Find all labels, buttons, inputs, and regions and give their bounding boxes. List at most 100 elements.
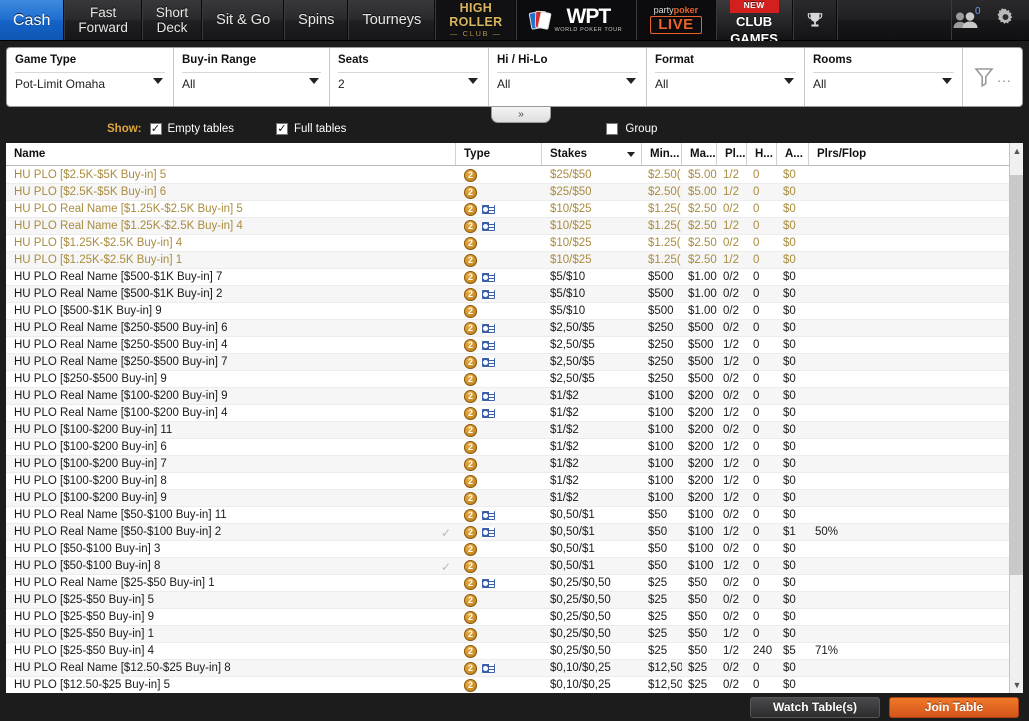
watch-tables-button[interactable]: Watch Table(s): [750, 696, 880, 718]
cell-a: $0: [783, 458, 796, 470]
settings-button[interactable]: [996, 8, 1015, 32]
filter-hi-hilo-select[interactable]: All: [497, 72, 638, 91]
filter-rooms-select[interactable]: All: [813, 72, 954, 91]
cell-min: $25: [648, 577, 668, 589]
cell-pl: 0/2: [723, 203, 739, 215]
column-header-min[interactable]: Min...: [642, 143, 682, 165]
table-row[interactable]: HU PLO Real Name [$50-$100 Buy-in] 2 ✓ 2 $0…: [6, 524, 1009, 541]
column-header-a[interactable]: A...: [777, 143, 809, 165]
table-row[interactable]: HU PLO Real Name [$250-$500 Buy-in] 6 2 $2…: [6, 320, 1009, 337]
table-row[interactable]: HU PLO [$250-$500 Buy-in] 9 2 $2,50/$5 $250…: [6, 371, 1009, 388]
table-row[interactable]: HU PLO [$25-$50 Buy-in] 1 2 $0,25/$0,50 $25…: [6, 626, 1009, 643]
table-row[interactable]: HU PLO Real Name [$1.25K-$2.5K Buy-in] 4…: [6, 218, 1009, 235]
cell-min: $50: [648, 543, 668, 555]
cell-table-type: 2: [456, 270, 542, 284]
table-row[interactable]: HU PLO Real Name [$500-$1K Buy-in] 7 2 $5/…: [6, 269, 1009, 286]
table-row[interactable]: HU PLO [$25-$50 Buy-in] 9 2 $0,25/$0,50 $25…: [6, 609, 1009, 626]
column-header-max[interactable]: Ma...: [682, 143, 717, 165]
full-tables-checkbox[interactable]: ✓ Full tables: [275, 123, 347, 135]
table-row[interactable]: HU PLO Real Name [$100-$200 Buy-in] 4 2 $1…: [6, 405, 1009, 422]
advanced-filter-button[interactable]: ...: [963, 48, 1022, 106]
filter-seats-select[interactable]: 2: [338, 72, 480, 91]
scrollbar-thumb[interactable]: [1010, 175, 1023, 575]
scroll-down-button[interactable]: ▼: [1010, 677, 1023, 693]
nav-tab-sit-and-go[interactable]: Sit & Go: [202, 0, 285, 40]
table-row[interactable]: HU PLO [$100-$200 Buy-in] 9 2 $1/$2 $100 $20…: [6, 490, 1009, 507]
nav-tab-fast-forward-label: Fast Forward: [78, 5, 128, 35]
table-row[interactable]: HU PLO Real Name [$250-$500 Buy-in] 4 2 $2…: [6, 337, 1009, 354]
table-row[interactable]: HU PLO Real Name [$50-$100 Buy-in] 11 2 $0…: [6, 507, 1009, 524]
empty-tables-checkbox[interactable]: ✓ Empty tables: [149, 122, 234, 135]
cell-stakes: $0,10/$0,25: [550, 662, 611, 674]
table-row[interactable]: HU PLO Real Name [$500-$1K Buy-in] 2 2 $5/…: [6, 286, 1009, 303]
seats-badge-icon: 2: [464, 287, 477, 301]
cell-table-name: HU PLO Real Name [$50-$100 Buy-in] 2 ✓: [14, 526, 452, 538]
seats-badge-icon: 2: [464, 202, 477, 216]
filter-buyin-range-select[interactable]: All: [182, 72, 321, 91]
nav-tab-short-deck[interactable]: Short Deck: [141, 0, 203, 40]
cell-pl: 1/2: [723, 186, 739, 198]
table-row[interactable]: HU PLO [$2.5K-$5K Buy-in] 5 2 $25/$50 $2.50…: [6, 167, 1009, 184]
cell-h: 0: [753, 560, 760, 572]
cell-table-type: 2: [456, 355, 542, 369]
column-header-pl[interactable]: Pl...: [717, 143, 747, 165]
cell-table-type: 2: [456, 593, 542, 607]
chevron-down-icon: [784, 78, 794, 84]
table-row[interactable]: HU PLO [$50-$100 Buy-in] 3 2 $0,50/$1 $50 $1…: [6, 541, 1009, 558]
table-row[interactable]: HU PLO Real Name [$25-$50 Buy-in] 1 2 $0,2…: [6, 575, 1009, 592]
cell-pl: 0/2: [723, 373, 739, 385]
nav-tab-high-roller-club[interactable]: HIGH ROLLER CLUB: [435, 0, 517, 40]
column-header-name[interactable]: Name: [6, 143, 456, 165]
table-row[interactable]: HU PLO [$12.50-$25 Buy-in] 5 2 $0,10/$0,25…: [6, 677, 1009, 693]
cell-a: $0: [783, 203, 796, 215]
table-row[interactable]: HU PLO Real Name [$100-$200 Buy-in] 9 2 $1…: [6, 388, 1009, 405]
table-row[interactable]: HU PLO [$50-$100 Buy-in] 8 ✓ 2 $0,50/$1 $50 $…: [6, 558, 1009, 575]
cell-a: $0: [783, 662, 796, 674]
cell-table-type: 2: [456, 219, 542, 233]
filter-expand-button[interactable]: »: [491, 107, 551, 123]
join-table-button[interactable]: Join Table: [889, 696, 1019, 718]
column-header-h[interactable]: H...: [747, 143, 777, 165]
group-checkbox[interactable]: ✓ Group: [606, 123, 657, 135]
full-tables-label: Full tables: [293, 123, 347, 135]
people-button[interactable]: 0: [952, 6, 981, 29]
column-header-a-label: A...: [785, 148, 803, 160]
table-row[interactable]: HU PLO [$100-$200 Buy-in] 8 2 $1/$2 $100 $20…: [6, 473, 1009, 490]
table-row[interactable]: HU PLO [$1.25K-$2.5K Buy-in] 4 2 $10/$25 $1…: [6, 235, 1009, 252]
nav-tab-club-games[interactable]: NEW CLUB GAMES: [715, 0, 793, 46]
nav-tab-cash[interactable]: Cash: [0, 0, 65, 40]
column-header-plrsflop[interactable]: Plrs/Flop: [809, 143, 1023, 165]
nav-tab-fast-forward[interactable]: Fast Forward: [64, 0, 142, 40]
table-row[interactable]: HU PLO [$100-$200 Buy-in] 7 2 $1/$2 $100 $20…: [6, 456, 1009, 473]
nav-tab-rewards[interactable]: [792, 0, 837, 40]
table-row[interactable]: HU PLO [$100-$200 Buy-in] 6 2 $1/$2 $100 $20…: [6, 439, 1009, 456]
cell-a: $0: [783, 424, 796, 436]
nav-tab-tourneys[interactable]: Tourneys: [348, 0, 436, 40]
table-row[interactable]: HU PLO [$100-$200 Buy-in] 11 2 $1/$2 $100 $2…: [6, 422, 1009, 439]
cell-h: 0: [753, 424, 760, 436]
nav-tab-spins[interactable]: Spins: [284, 0, 349, 40]
nav-tab-wpt[interactable]: WPT WORLD POKER TOUR: [516, 0, 637, 40]
column-header-type[interactable]: Type: [456, 143, 542, 165]
table-row[interactable]: HU PLO [$1.25K-$2.5K Buy-in] 1 2 $10/$25 $1…: [6, 252, 1009, 269]
nav-tab-partypoker-live[interactable]: partypoker LIVE: [636, 0, 716, 40]
filter-game-type-select[interactable]: Pot-Limit Omaha: [15, 72, 165, 91]
table-row[interactable]: HU PLO Real Name [$1.25K-$2.5K Buy-in] 5…: [6, 201, 1009, 218]
table-row[interactable]: HU PLO Real Name [$12.50-$25 Buy-in] 8 2 $…: [6, 660, 1009, 677]
column-header-stakes[interactable]: Stakes: [542, 143, 642, 165]
table-row[interactable]: HU PLO [$25-$50 Buy-in] 4 2 $0,25/$0,50 $25…: [6, 643, 1009, 660]
cell-min: $250: [648, 373, 674, 385]
cell-a: $0: [783, 560, 796, 572]
filter-rooms: Rooms All: [805, 48, 963, 106]
table-row[interactable]: HU PLO [$25-$50 Buy-in] 5 2 $0,25/$0,50 $25…: [6, 592, 1009, 609]
empty-tables-checkbox-box: ✓: [149, 122, 162, 135]
table-row[interactable]: HU PLO [$2.5K-$5K Buy-in] 6 2 $25/$50 $2.50…: [6, 184, 1009, 201]
seats-badge-icon: 2: [464, 627, 477, 641]
cell-pl: 0/2: [723, 237, 739, 249]
scroll-up-button[interactable]: ▲: [1010, 143, 1023, 159]
table-row[interactable]: HU PLO Real Name [$250-$500 Buy-in] 7 2 $2…: [6, 354, 1009, 371]
cell-min: $500: [648, 288, 674, 300]
vertical-scrollbar[interactable]: ▲ ▼: [1009, 143, 1023, 693]
filter-format-select[interactable]: All: [655, 72, 796, 91]
table-row[interactable]: HU PLO [$500-$1K Buy-in] 9 2 $5/$10 $500 $1.…: [6, 303, 1009, 320]
